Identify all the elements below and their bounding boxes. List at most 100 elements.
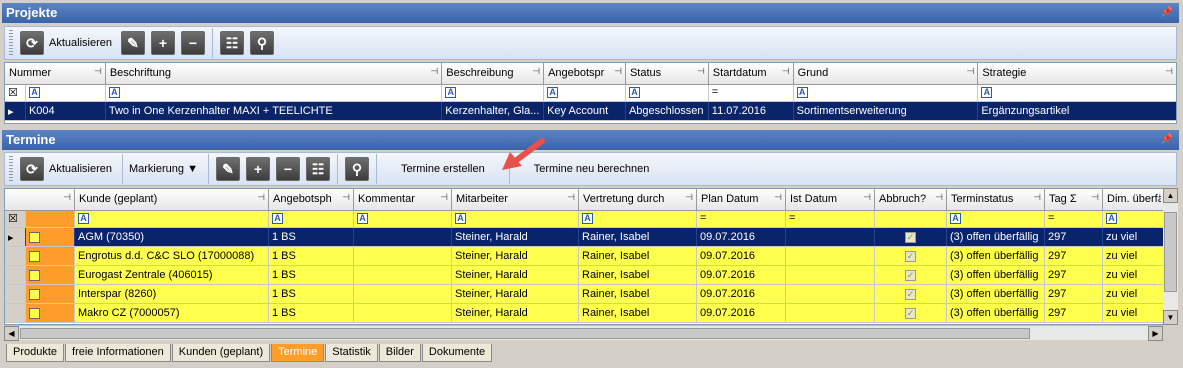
refresh-icon[interactable]: ⟳	[20, 157, 44, 181]
scroll-left-arrow-icon[interactable]: ◀	[4, 326, 19, 341]
add-plus-icon[interactable]: +	[245, 157, 270, 181]
tab-freie-informationen[interactable]: freie Informationen	[65, 344, 171, 362]
col-status[interactable]: Status ⊣	[626, 63, 709, 84]
search-magnifier-icon[interactable]: ⚲	[344, 157, 369, 181]
cell-checkbox[interactable]	[26, 247, 75, 265]
filter-cell[interactable]: =	[786, 211, 875, 227]
filter-cell[interactable]: A	[26, 85, 106, 101]
tree-structure-icon[interactable]: ☷	[219, 31, 244, 55]
table-row[interactable]: ▸ AGM (70350) 1 BS Steiner, Harald Raine…	[5, 228, 1163, 247]
cell-abbruch[interactable]: ✓	[875, 266, 947, 284]
filter-cell[interactable]: A	[947, 211, 1045, 227]
filter-cell[interactable]	[26, 211, 75, 227]
filter-cell[interactable]: A	[544, 85, 626, 101]
filter-cell[interactable]: A	[978, 85, 1176, 101]
termine-vertical-scrollbar[interactable]: ▲ ▼	[1163, 188, 1178, 325]
toolbar-grip[interactable]	[9, 30, 13, 56]
tab-termine[interactable]: Termine	[271, 344, 325, 362]
col-kunde[interactable]: Kunde (geplant) ⊣	[75, 189, 269, 210]
projekte-refresh-button[interactable]: Aktualisieren	[49, 37, 112, 49]
edit-pencil-icon[interactable]: ✎	[215, 157, 240, 181]
col-beschriftung[interactable]: Beschriftung ⊣	[106, 63, 443, 84]
col-dim[interactable]: Dim. überfä	[1103, 189, 1161, 210]
filter-cell[interactable]: A	[452, 211, 579, 227]
toolbar-grip[interactable]	[9, 156, 13, 182]
filter-reset-icon[interactable]: ☒	[5, 211, 26, 227]
cell-abbruch[interactable]: ✓	[875, 228, 947, 246]
col-terminstatus[interactable]: Terminstatus ⊣	[947, 189, 1045, 210]
filter-reset-icon[interactable]: ☒	[5, 85, 26, 101]
col-vertretung[interactable]: Vertretung durch ⊣	[579, 189, 697, 210]
col-tag[interactable]: Tag Σ ⊣	[1045, 189, 1103, 210]
refresh-icon[interactable]: ⟳	[20, 31, 44, 55]
col-plan-datum[interactable]: Plan Datum ⊣	[697, 189, 786, 210]
filter-cell[interactable]: A	[794, 85, 979, 101]
col-startdatum[interactable]: Startdatum ⊣	[709, 63, 794, 84]
filter-cell[interactable]: A	[106, 85, 443, 101]
cell-abbruch[interactable]: ✓	[875, 304, 947, 322]
scroll-up-arrow-icon[interactable]: ▲	[1163, 188, 1178, 203]
table-row[interactable]: ▸ K004 Two in One Kerzenhalter MAXI + TE…	[5, 102, 1176, 121]
cell-checkbox[interactable]	[26, 228, 75, 246]
cell-angebot: 1 BS	[269, 247, 354, 265]
cell-checkbox[interactable]	[26, 266, 75, 284]
filter-cell[interactable]	[875, 211, 947, 227]
filter-cell[interactable]: A	[269, 211, 354, 227]
pin-icon[interactable]: 📌	[1161, 3, 1173, 23]
scroll-right-arrow-icon[interactable]: ▶	[1148, 326, 1163, 341]
filter-cell[interactable]: A	[579, 211, 697, 227]
scroll-thumb[interactable]	[20, 328, 1030, 339]
edit-pencil-icon[interactable]: ✎	[120, 31, 145, 55]
checkbox-icon[interactable]	[29, 269, 40, 281]
col-kommentar[interactable]: Kommentar ⊣	[354, 189, 452, 210]
table-row[interactable]: Engrotus d.d. C&C SLO (17000088) 1 BS St…	[5, 247, 1163, 266]
filter-cell[interactable]: A	[354, 211, 452, 227]
checkbox-icon[interactable]	[29, 288, 40, 300]
tree-structure-icon[interactable]: ☷	[305, 157, 330, 181]
termine-neu-berechnen-button[interactable]: Termine neu berechnen	[534, 163, 650, 175]
col-abbruch[interactable]: Abbruch? ⊣	[875, 189, 947, 210]
pin-icon[interactable]: 📌	[1161, 130, 1173, 150]
add-plus-icon[interactable]: +	[150, 31, 175, 55]
cell-checkbox[interactable]	[26, 304, 75, 322]
filter-cell[interactable]: =	[697, 211, 786, 227]
tab-kunden-geplant[interactable]: Kunden (geplant)	[171, 344, 271, 362]
checkbox-icon[interactable]	[29, 307, 40, 319]
table-row[interactable]: Makro CZ (7000057) 1 BS Steiner, Harald …	[5, 304, 1163, 323]
scroll-thumb[interactable]	[1164, 212, 1177, 292]
termine-horizontal-scrollbar[interactable]: ◀ ▶	[4, 325, 1163, 341]
search-magnifier-icon[interactable]: ⚲	[249, 31, 274, 55]
cell-abbruch[interactable]: ✓	[875, 247, 947, 265]
col-grund[interactable]: Grund ⊣	[794, 63, 979, 84]
cell-checkbox[interactable]	[26, 285, 75, 303]
table-row[interactable]: Interspar (8260) 1 BS Steiner, Harald Ra…	[5, 285, 1163, 304]
col-mitarbeiter[interactable]: Mitarbeiter ⊣	[452, 189, 579, 210]
termine-erstellen-button[interactable]: Termine erstellen	[401, 163, 485, 175]
tab-produkte[interactable]: Produkte	[6, 344, 65, 362]
cell-abbruch[interactable]: ✓	[875, 285, 947, 303]
filter-cell[interactable]: =	[1045, 211, 1103, 227]
remove-minus-icon[interactable]: −	[275, 157, 300, 181]
col-angebotspr[interactable]: Angebotspr ⊣	[544, 63, 626, 84]
col-beschreibung[interactable]: Beschreibung ⊣	[442, 63, 545, 84]
col-ist-datum[interactable]: Ist Datum ⊣	[786, 189, 875, 210]
termine-refresh-button[interactable]: Aktualisieren	[49, 163, 112, 175]
tab-dokumente[interactable]: Dokumente	[421, 344, 493, 362]
filter-cell[interactable]: =	[709, 85, 794, 101]
remove-minus-icon[interactable]: −	[180, 31, 205, 55]
table-row[interactable]: Eurogast Zentrale (406015) 1 BS Steiner,…	[5, 266, 1163, 285]
checkbox-icon[interactable]	[29, 250, 40, 262]
tab-bilder[interactable]: Bilder	[378, 344, 421, 362]
filter-cell[interactable]: A	[442, 85, 545, 101]
filter-cell[interactable]: A	[1103, 211, 1161, 227]
col-flag[interactable]: ⊣	[5, 189, 75, 210]
col-angebotsph[interactable]: Angebotsph ⊣	[269, 189, 354, 210]
filter-cell[interactable]: A	[626, 85, 709, 101]
scroll-down-arrow-icon[interactable]: ▼	[1163, 310, 1178, 325]
tab-statistik[interactable]: Statistik	[325, 344, 378, 362]
filter-cell[interactable]: A	[75, 211, 269, 227]
col-strategie[interactable]: Strategie ⊣	[978, 63, 1176, 84]
col-nummer[interactable]: Nummer ⊣	[5, 63, 106, 84]
checkbox-icon[interactable]	[29, 231, 40, 243]
markierung-dropdown[interactable]: Markierung ▼	[129, 163, 198, 175]
